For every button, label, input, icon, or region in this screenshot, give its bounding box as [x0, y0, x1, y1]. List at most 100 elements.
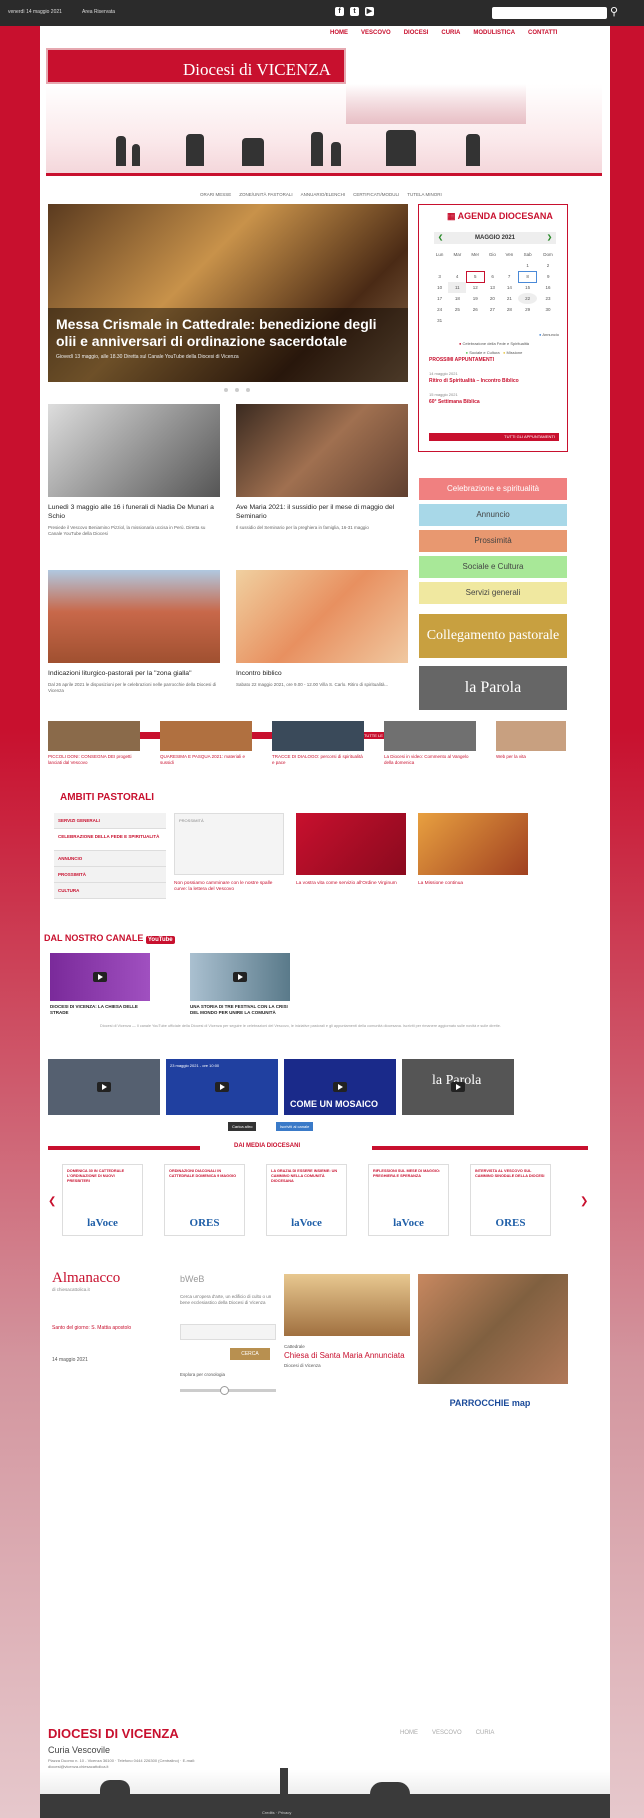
video-thumbnail[interactable]	[50, 953, 150, 1001]
news-image[interactable]	[48, 404, 220, 497]
ambiti-card-title[interactable]: Non possiamo camminare con le nostre spa…	[174, 881, 284, 893]
footer-nav-home[interactable]: HOME	[400, 1730, 418, 1736]
slider-handle[interactable]	[220, 1386, 229, 1395]
calendar-day[interactable]	[466, 315, 484, 326]
subnav-item[interactable]: ANNUARIO/ELENCHI	[301, 192, 346, 197]
news-image[interactable]	[236, 570, 408, 663]
play-icon[interactable]	[233, 972, 247, 982]
play-icon[interactable]	[97, 1082, 111, 1092]
carousel-item[interactable]: Web per la vita	[496, 721, 566, 760]
news-title[interactable]: Indicazioni liturgico-pastorali per la "…	[48, 669, 220, 678]
category-prossimita[interactable]: Prossimità	[419, 530, 567, 552]
news-image[interactable]	[48, 570, 220, 663]
almanacco-title[interactable]: Almanacco	[52, 1270, 172, 1287]
video-title[interactable]: UNA STORIA DI TRE FESTIVAL CON LA CRISI …	[190, 1004, 290, 1016]
carousel-title[interactable]: Web per la vita	[496, 754, 566, 760]
subnav-item[interactable]: TUTELA MINORI	[407, 192, 442, 197]
prev-month-icon[interactable]: ❮	[438, 232, 443, 244]
parrocchie-map-logo[interactable]: PARROCCHIE map	[430, 1398, 550, 1422]
category-annuncio[interactable]: Annuncio	[419, 504, 567, 526]
calendar-day[interactable]: 7	[500, 271, 518, 282]
play-icon[interactable]	[93, 972, 107, 982]
nav-modulistica[interactable]: MODULISTICA	[473, 30, 515, 36]
ambiti-card-image[interactable]: PROSSIMITÀ	[174, 813, 284, 875]
calendar-day[interactable]	[500, 315, 518, 326]
footer-nav-curia[interactable]: CURIA	[476, 1730, 495, 1736]
calendar-day[interactable]	[484, 260, 500, 271]
chiesa-image[interactable]	[284, 1274, 410, 1336]
calendar-day[interactable]: 6	[484, 271, 500, 282]
category-celebrazione[interactable]: Celebrazione e spiritualità	[419, 478, 567, 500]
ambiti-card-image[interactable]	[418, 813, 528, 875]
play-icon[interactable]	[215, 1082, 229, 1092]
ambiti-item[interactable]: CELEBRAZIONE DELLA FEDE E SPIRITUALITÀ	[54, 829, 166, 851]
news-item[interactable]: Lunedì 3 maggio alle 16 i funerali di Na…	[48, 404, 220, 537]
calendar-day[interactable]: 8	[517, 270, 538, 283]
calendar-day[interactable]	[537, 315, 559, 326]
youtube-video[interactable]: COME UN MOSAICO	[284, 1059, 396, 1115]
news-item[interactable]: Incontro biblico Sabato 22 maggio 2021, …	[236, 570, 408, 688]
category-servizi[interactable]: Servizi generali	[419, 582, 567, 604]
calendar-day[interactable]	[500, 260, 518, 271]
news-title[interactable]: Ave Maria 2021: il sussidio per il mese …	[236, 503, 408, 521]
nav-curia[interactable]: CURIA	[441, 30, 460, 36]
next-month-icon[interactable]: ❯	[547, 232, 552, 244]
news-image[interactable]	[236, 404, 408, 497]
facebook-icon[interactable]: f	[335, 7, 344, 16]
channel-video[interactable]: UNA STORIA DI TRE FESTIVAL CON LA CRISI …	[190, 953, 290, 1016]
ambiti-item[interactable]: PROSSIMITÀ	[54, 867, 166, 883]
nav-home[interactable]: HOME	[330, 30, 348, 36]
collegamento-pastorale-banner[interactable]: Collegamento pastorale	[419, 614, 567, 658]
subnav-item[interactable]: CERTIFICATI/MODULI	[353, 192, 399, 197]
calendar-day[interactable]: 21	[500, 293, 518, 304]
carousel-image[interactable]	[272, 721, 364, 751]
calendar-day[interactable]: 14	[500, 282, 518, 293]
nav-diocesi[interactable]: DIOCESI	[404, 30, 429, 36]
calendar-day[interactable]: 31	[431, 315, 448, 326]
calendar-day[interactable]: 20	[484, 293, 500, 304]
calendar-day[interactable]	[466, 260, 484, 271]
carousel-item[interactable]: QUARESIMA E PASQUA 2021: materiali e sus…	[160, 721, 252, 766]
hero-slider[interactable]: Messa Crismale in Cattedrale: benedizion…	[48, 204, 408, 382]
ambiti-item[interactable]: ANNUNCIO	[54, 851, 166, 867]
media-card-title[interactable]: DOMENICA 30 IN CATTEDRALE L'ORDINAZIONE …	[63, 1165, 142, 1188]
carousel-title[interactable]: TRACCE DI DIALOGO: percorsi di spiritual…	[272, 754, 364, 766]
twitter-icon[interactable]: t	[350, 7, 359, 16]
media-card-title[interactable]: LA GRAZIA DI ESSERE INSIEME: UN CAMMINO …	[267, 1165, 346, 1188]
subnav-item[interactable]: ZONE/UNITÀ PASTORALI	[239, 192, 292, 197]
nav-contatti[interactable]: CONTATTI	[528, 30, 557, 36]
calendar-day[interactable]: 11	[448, 282, 467, 293]
calendar-day[interactable]: 25	[448, 304, 466, 315]
parrocchie-image[interactable]	[418, 1274, 568, 1384]
reserved-area-link[interactable]: Area Riservata	[82, 9, 115, 15]
video-thumbnail[interactable]	[190, 953, 290, 1001]
media-card[interactable]: ORDINAZIONI DIACONALI IN CATTEDRALE DOME…	[164, 1164, 245, 1236]
calendar-day[interactable]: 26	[466, 304, 484, 315]
calendar-day[interactable]	[448, 260, 466, 271]
chevron-left-icon[interactable]: ❮	[48, 1196, 56, 1207]
calendar-day[interactable]	[484, 315, 500, 326]
calendar-day[interactable]: 24	[431, 304, 448, 315]
subscribe-button[interactable]: Iscriviti al canale	[276, 1122, 314, 1131]
media-card-title[interactable]: INTERVISTA AL VESCOVO SUL CAMMINO SINODA…	[471, 1165, 550, 1183]
play-icon[interactable]	[451, 1082, 465, 1092]
search-input[interactable]	[492, 7, 607, 19]
carousel-image[interactable]	[160, 721, 252, 751]
calendar-day[interactable]: 5	[465, 270, 485, 283]
bweb-title[interactable]: bWeB	[180, 1274, 276, 1284]
category-sociale[interactable]: Sociale e Cultura	[419, 556, 567, 578]
footer-copyright[interactable]: Credits · Privacy	[262, 1810, 291, 1815]
calendar-day[interactable]: 28	[500, 304, 518, 315]
bweb-search-input[interactable]	[180, 1324, 276, 1340]
calendar-day[interactable]	[518, 315, 537, 326]
calendar-day[interactable]: 18	[448, 293, 466, 304]
youtube-video[interactable]: 23 maggio 2021 - ore 10:00	[166, 1059, 278, 1115]
calendar-day[interactable]: 19	[466, 293, 484, 304]
media-card[interactable]: DOMENICA 30 IN CATTEDRALE L'ORDINAZIONE …	[62, 1164, 143, 1236]
news-title[interactable]: Incontro biblico	[236, 669, 408, 678]
ambiti-card[interactable]: La vostra vita come servizio all'Ordine …	[296, 813, 406, 887]
carousel-image[interactable]	[48, 721, 140, 751]
ambiti-card[interactable]: PROSSIMITÀ Non possiamo camminare con le…	[174, 813, 284, 893]
ambiti-item[interactable]: SERVIZI GENERALI	[54, 813, 166, 829]
bweb-search-button[interactable]: CERCA	[230, 1348, 270, 1360]
